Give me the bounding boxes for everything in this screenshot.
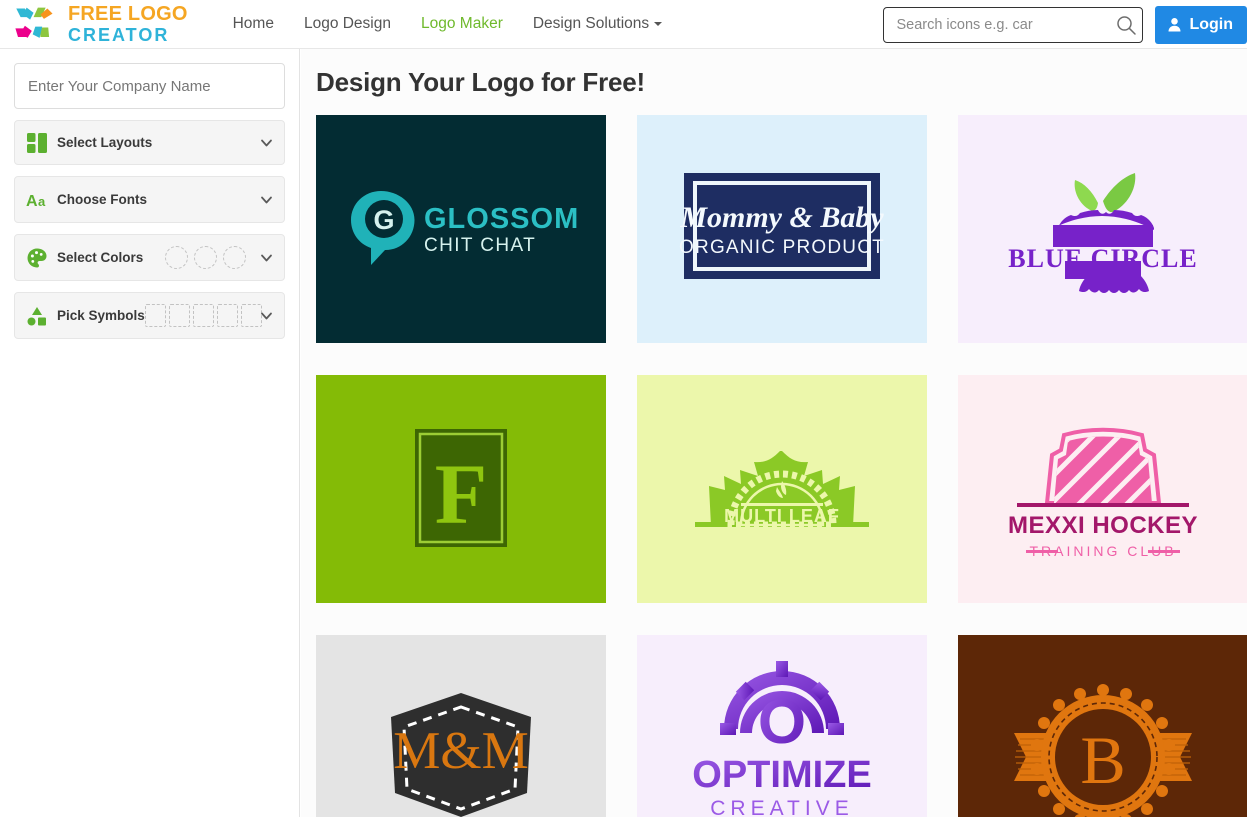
top-navbar: FREE LOGO CREATOR Home Logo Design Logo … — [0, 0, 1247, 49]
logo-card-m-and-m[interactable]: M&M M&M — [316, 635, 606, 817]
nav-item-home[interactable]: Home — [218, 15, 289, 33]
svg-text:CHIT CHAT: CHIT CHAT — [424, 235, 536, 256]
sidebar-panel-choose-fonts[interactable]: A a Choose Fonts — [14, 176, 285, 223]
chevron-down-icon — [260, 251, 273, 264]
sidebar-panel-label: Select Layouts — [57, 135, 153, 150]
brand-line-1: FREE LOGO — [68, 3, 188, 25]
symbol-slot-2[interactable] — [168, 304, 190, 327]
color-palette-icon — [26, 247, 48, 269]
color-slot-row — [165, 246, 246, 269]
svg-text:GLOSSOM: GLOSSOM — [424, 203, 579, 235]
symbol-slot-1[interactable] — [144, 304, 166, 327]
sidebar-panel-select-layouts[interactable]: Select Layouts — [14, 120, 285, 165]
sidebar-panel-select-colors[interactable]: Select Colors — [14, 234, 285, 281]
svg-text:F: F — [435, 446, 488, 542]
sidebar-panel-label: Select Colors — [57, 250, 144, 265]
svg-text:M&M: M&M — [393, 722, 528, 780]
svg-text:A: A — [26, 193, 38, 210]
page-title: Design Your Logo for Free! — [316, 67, 645, 97]
chevron-down-icon — [260, 309, 273, 322]
logo-card-f-monogram[interactable]: F F — [316, 375, 606, 603]
symbol-slot-5[interactable] — [240, 304, 262, 327]
brand-wordmark: FREE LOGO CREATOR — [68, 4, 188, 44]
logo-card-optimize-creative[interactable]: O OPTIMIZE CREATIVE OPTIMIZE CREATIVE — [637, 635, 927, 817]
navbar-right-actions: Login — [883, 0, 1247, 49]
company-name-input[interactable] — [14, 63, 285, 109]
symbol-slot-4[interactable] — [216, 304, 238, 327]
nav-item-design-solutions-label: Design Solutions — [532, 15, 650, 32]
login-button-label: Login — [1189, 15, 1233, 33]
logo-card-multi-leaf[interactable]: MULTI LEAF MULTI LEAF — [637, 375, 927, 603]
primary-navigation: Home Logo Design Logo Maker Design Solut… — [218, 15, 678, 33]
nav-item-logo-design[interactable]: Logo Design — [289, 15, 406, 33]
logo-card-glossom-chit-chat[interactable]: G GLOSSOM CHIT CHAT GLOSSOM CHIT CHAT — [316, 115, 606, 343]
font-aa-icon: A a — [26, 189, 48, 211]
svg-text:a: a — [38, 194, 46, 209]
svg-text:TRAINING CLUB: TRAINING CLUB — [1029, 543, 1176, 559]
logo-options-sidebar: Select Layouts A a Choose Fonts — [0, 49, 300, 817]
svg-text:G: G — [373, 205, 394, 235]
sidebar-panel-label: Choose Fonts — [57, 192, 147, 207]
shapes-icon — [26, 305, 48, 327]
svg-text:OPTIMIZE: OPTIMIZE — [692, 754, 871, 796]
svg-text:CREATIVE: CREATIVE — [710, 797, 853, 817]
search-box — [883, 6, 1144, 43]
layout-grid-icon — [26, 132, 48, 154]
chevron-down-icon — [260, 136, 273, 149]
logo-card-mommy-and-baby[interactable]: Mommy & Baby ORGANIC PRODUCT Mommy & Bab… — [637, 115, 927, 343]
svg-text:ORGANIC PRODUCT: ORGANIC PRODUCT — [679, 237, 885, 258]
nav-item-logo-maker[interactable]: Logo Maker — [406, 15, 518, 33]
svg-text:Mommy & Baby: Mommy & Baby — [679, 201, 884, 234]
logo-card-b-monogram[interactable]: B B — [958, 635, 1247, 817]
svg-text:B: B — [1080, 722, 1125, 798]
svg-text:MEXXI HOCKEY: MEXXI HOCKEY — [1008, 512, 1198, 539]
color-slot-3[interactable] — [223, 246, 246, 269]
logo-grid: G GLOSSOM CHIT CHAT GLOSSOM CHIT CHAT Mo… — [301, 98, 1247, 817]
search-input[interactable] — [883, 6, 1144, 43]
svg-text:O: O — [758, 688, 806, 757]
chevron-down-icon — [260, 193, 273, 206]
free-logo-creator-pinwheel-icon — [10, 5, 64, 43]
search-button[interactable] — [1115, 14, 1137, 36]
brand-line-2: CREATOR — [68, 25, 170, 45]
search-icon — [1117, 15, 1137, 35]
brand-logo-link[interactable]: FREE LOGO CREATOR — [10, 4, 188, 44]
symbol-slot-row — [144, 304, 262, 327]
color-slot-1[interactable] — [165, 246, 188, 269]
user-icon — [1168, 18, 1181, 32]
nav-item-design-solutions[interactable]: Design Solutions — [518, 15, 677, 33]
sidebar-panel-pick-symbols[interactable]: Pick Symbols — [14, 292, 285, 339]
logo-card-blue-circle[interactable]: BLUE CIRCLE BLUE CIRCLE — [958, 115, 1247, 343]
symbol-slot-3[interactable] — [192, 304, 214, 327]
logo-card-mexxi-hockey[interactable]: MEXXI HOCKEY TRAINING CLUB MEXXI HOCKEY … — [958, 375, 1247, 603]
color-slot-2[interactable] — [194, 246, 217, 269]
sidebar-panel-label: Pick Symbols — [57, 308, 145, 323]
chevron-down-icon — [654, 21, 663, 26]
login-button[interactable]: Login — [1155, 5, 1247, 44]
svg-text:MULTI LEAF: MULTI LEAF — [724, 506, 840, 526]
logo-results-area: Design Your Logo for Free! G GLOSSOM CHI… — [301, 49, 1247, 817]
